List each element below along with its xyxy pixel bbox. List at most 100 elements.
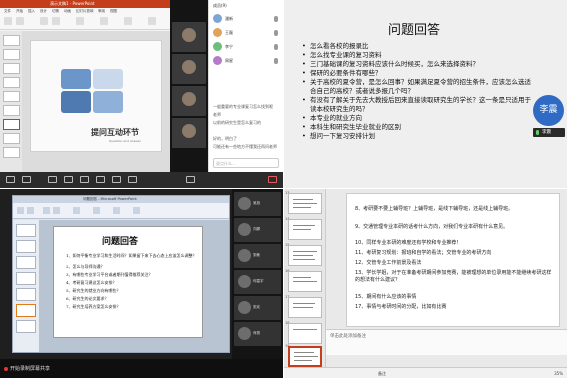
question-item: 17、事情与考研时间的分配，比如有比赛 — [355, 304, 447, 310]
question-item: 7、研究生培养方案怎么安排？ — [66, 304, 121, 309]
notes-pane[interactable]: 单击此处添加备注 — [326, 329, 567, 355]
shapes-icon[interactable] — [100, 17, 108, 25]
shapes-icon[interactable] — [93, 207, 100, 214]
slide-thumbnail[interactable] — [16, 288, 36, 301]
slide-thumbnail[interactable] — [16, 320, 36, 333]
current-slide[interactable]: 8、考研要不要上辅导班？上辅导班，是线下辅导班，还是线上辅导班。 9、交通管理专… — [346, 193, 560, 327]
mic-icon[interactable] — [274, 16, 278, 22]
ppt-ribbon — [13, 203, 229, 219]
font-icon[interactable] — [40, 17, 48, 25]
window-title-bar: 问题回答 - Microsoft PowerPoint — [13, 196, 229, 203]
slide-thumbnail[interactable] — [288, 193, 322, 214]
slide-thumbnail[interactable] — [3, 147, 20, 158]
mic-icon[interactable] — [274, 30, 278, 36]
slide-thumbnail[interactable] — [16, 272, 36, 285]
zoom-level[interactable]: 35% — [554, 368, 563, 378]
slide-title: 问题回答 — [102, 237, 139, 247]
arrange-icon[interactable] — [124, 17, 132, 25]
slide-thumbnail[interactable] — [3, 91, 20, 102]
mic-icon[interactable] — [274, 58, 278, 64]
find-icon[interactable] — [148, 17, 156, 25]
participant-tile[interactable]: 张敏 — [234, 244, 281, 268]
current-slide[interactable]: 问题回答 1、如何平衡专业学习和生活时间？如果留下来下去心态上应该怎么调整？ 2… — [53, 226, 203, 338]
slide-thumbnail[interactable] — [288, 271, 322, 292]
member-row[interactable]: 周星 — [213, 55, 280, 67]
participant-tile[interactable]: 何嘉宇 — [234, 270, 281, 294]
slide-thumbnail[interactable] — [288, 245, 322, 266]
ribbon-tab[interactable]: 视图 — [110, 9, 117, 14]
slide-thumbnail-selected[interactable] — [16, 304, 36, 317]
ribbon-tab[interactable]: 幻灯片放映 — [76, 9, 94, 14]
active-speaker-label: 李震 — [533, 128, 565, 137]
settings-icon[interactable] — [128, 176, 137, 183]
participant-tile[interactable]: 刘娜 — [234, 218, 281, 242]
slide-thumbnail[interactable] — [3, 35, 20, 46]
new-slide-icon[interactable] — [27, 207, 34, 214]
font-icon[interactable] — [43, 207, 50, 214]
ribbon-tab[interactable]: 切换 — [52, 9, 59, 14]
ribbon-tab[interactable]: 设计 — [40, 9, 47, 14]
participant-video[interactable] — [172, 22, 206, 52]
paste-icon[interactable] — [17, 207, 24, 214]
speaker-avatar[interactable]: 李震 — [533, 95, 564, 126]
avatar — [213, 14, 222, 23]
slide-thumbnail[interactable] — [3, 105, 20, 116]
find-icon[interactable] — [133, 207, 140, 214]
ribbon-tab[interactable]: 审阅 — [98, 9, 105, 14]
arrange-icon[interactable] — [113, 207, 120, 214]
slide-thumbnail[interactable] — [288, 219, 322, 240]
new-slide-icon[interactable] — [16, 17, 24, 25]
slide-thumbnail[interactable] — [3, 133, 20, 144]
mic-icon[interactable] — [6, 176, 15, 183]
ribbon-tab[interactable]: 动画 — [64, 9, 71, 14]
question-item: • 怎么看各校的报录比 — [302, 42, 369, 50]
slide-thumbnail[interactable] — [3, 49, 20, 60]
participant-video[interactable] — [172, 54, 206, 84]
slide-thumbnail[interactable] — [16, 240, 36, 253]
participant-video[interactable] — [172, 86, 206, 116]
ribbon-tab[interactable]: 开始 — [16, 9, 23, 14]
camera-icon[interactable] — [22, 176, 31, 183]
slide-thumbnail-selected[interactable] — [288, 346, 322, 367]
ribbon-tab[interactable]: 文件 — [4, 9, 11, 14]
recording-status[interactable]: 开始录制屏幕共享 — [4, 365, 50, 372]
avatar — [182, 60, 196, 74]
member-name: 周星 — [225, 58, 233, 63]
slide-thumbnail-selected[interactable] — [3, 119, 20, 130]
slide-thumbnail[interactable] — [3, 77, 20, 88]
participants-icon[interactable] — [64, 176, 73, 183]
bold-icon[interactable] — [53, 207, 60, 214]
participant-tile[interactable]: 吴旭 — [234, 192, 281, 216]
notes-toggle[interactable]: 备注 — [378, 368, 386, 378]
participant-tile[interactable]: 肖丽 — [234, 322, 281, 346]
slide-thumbnail[interactable] — [16, 256, 36, 269]
participant-video[interactable] — [172, 118, 206, 148]
leave-meeting-icon[interactable] — [268, 176, 277, 183]
share-screen-icon[interactable] — [48, 176, 57, 183]
question-item: • 想问一下复习安排计划 — [302, 132, 375, 140]
member-row[interactable]: 王磊 — [213, 27, 280, 39]
chat-input[interactable]: 说点什么... — [213, 158, 279, 168]
participant-tile[interactable]: 张欢 — [234, 296, 281, 320]
question-item: • 有没有了解关于先去大教授后回来直接读取研究生的学长？这一条是只适用于读本校研究… — [302, 96, 531, 113]
member-row[interactable]: 李宁 — [213, 41, 280, 53]
slide-subtitle: Question and answer — [109, 139, 141, 143]
slide-thumbnail[interactable] — [288, 297, 322, 318]
paragraph-icon[interactable] — [76, 17, 84, 25]
slide-thumbnail[interactable] — [3, 63, 20, 74]
slide-thumbnail[interactable] — [288, 323, 322, 344]
current-slide[interactable]: 提问互动环节 Question and answer — [30, 40, 162, 152]
bold-icon[interactable] — [52, 17, 60, 25]
chat-message: 一般重要的专业课复习怎么找到呢 — [213, 104, 273, 109]
slide-thumbnail[interactable] — [16, 224, 36, 237]
apps-icon[interactable] — [112, 176, 121, 183]
chat-icon[interactable] — [80, 176, 89, 183]
mic-icon[interactable] — [274, 44, 278, 50]
member-row[interactable]: 潘新 — [213, 13, 280, 25]
paste-icon[interactable] — [4, 17, 12, 25]
layout-icon[interactable] — [186, 176, 195, 183]
ribbon-tab[interactable]: 插入 — [28, 9, 35, 14]
record-icon[interactable] — [96, 176, 105, 183]
question-item: 15、期间有什么应该的事情 — [355, 294, 417, 300]
paragraph-icon[interactable] — [73, 207, 80, 214]
